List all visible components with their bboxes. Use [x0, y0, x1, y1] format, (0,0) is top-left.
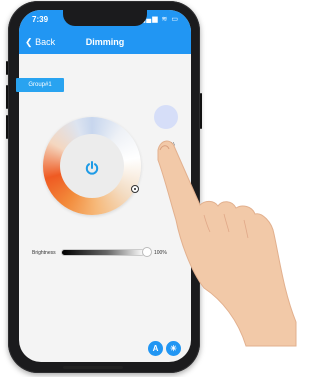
home-indicator — [63, 366, 123, 369]
mute-switch — [6, 61, 8, 75]
brightness-label: Brightness — [32, 250, 56, 256]
page-title: Dimming — [85, 37, 125, 47]
brightness-percent: 100% — [154, 250, 167, 256]
status-time: 7:39 — [32, 15, 49, 24]
scene-icon: ☀ — [169, 344, 178, 353]
auto-icon: A — [152, 344, 159, 353]
scene-button[interactable]: ☀ — [166, 341, 181, 356]
power-button[interactable] — [84, 160, 100, 176]
wheel-percent: 100% — [162, 142, 175, 148]
brightness-slider[interactable] — [61, 249, 145, 256]
auto-mode-button[interactable]: A — [148, 341, 163, 356]
nav-bar: ❮ Back Dimming — [19, 32, 191, 54]
group-button-label: Group#1 — [28, 82, 52, 88]
color-preview-dot — [154, 105, 178, 129]
wheel-knob[interactable] — [131, 185, 139, 193]
power-icon — [85, 161, 99, 175]
brightness-slider-thumb[interactable] — [142, 247, 152, 257]
power-side-button — [200, 93, 202, 129]
group-button[interactable]: Group#1 — [16, 78, 64, 92]
volume-down-button — [6, 115, 8, 139]
notch — [63, 10, 147, 26]
volume-up-button — [6, 85, 8, 109]
